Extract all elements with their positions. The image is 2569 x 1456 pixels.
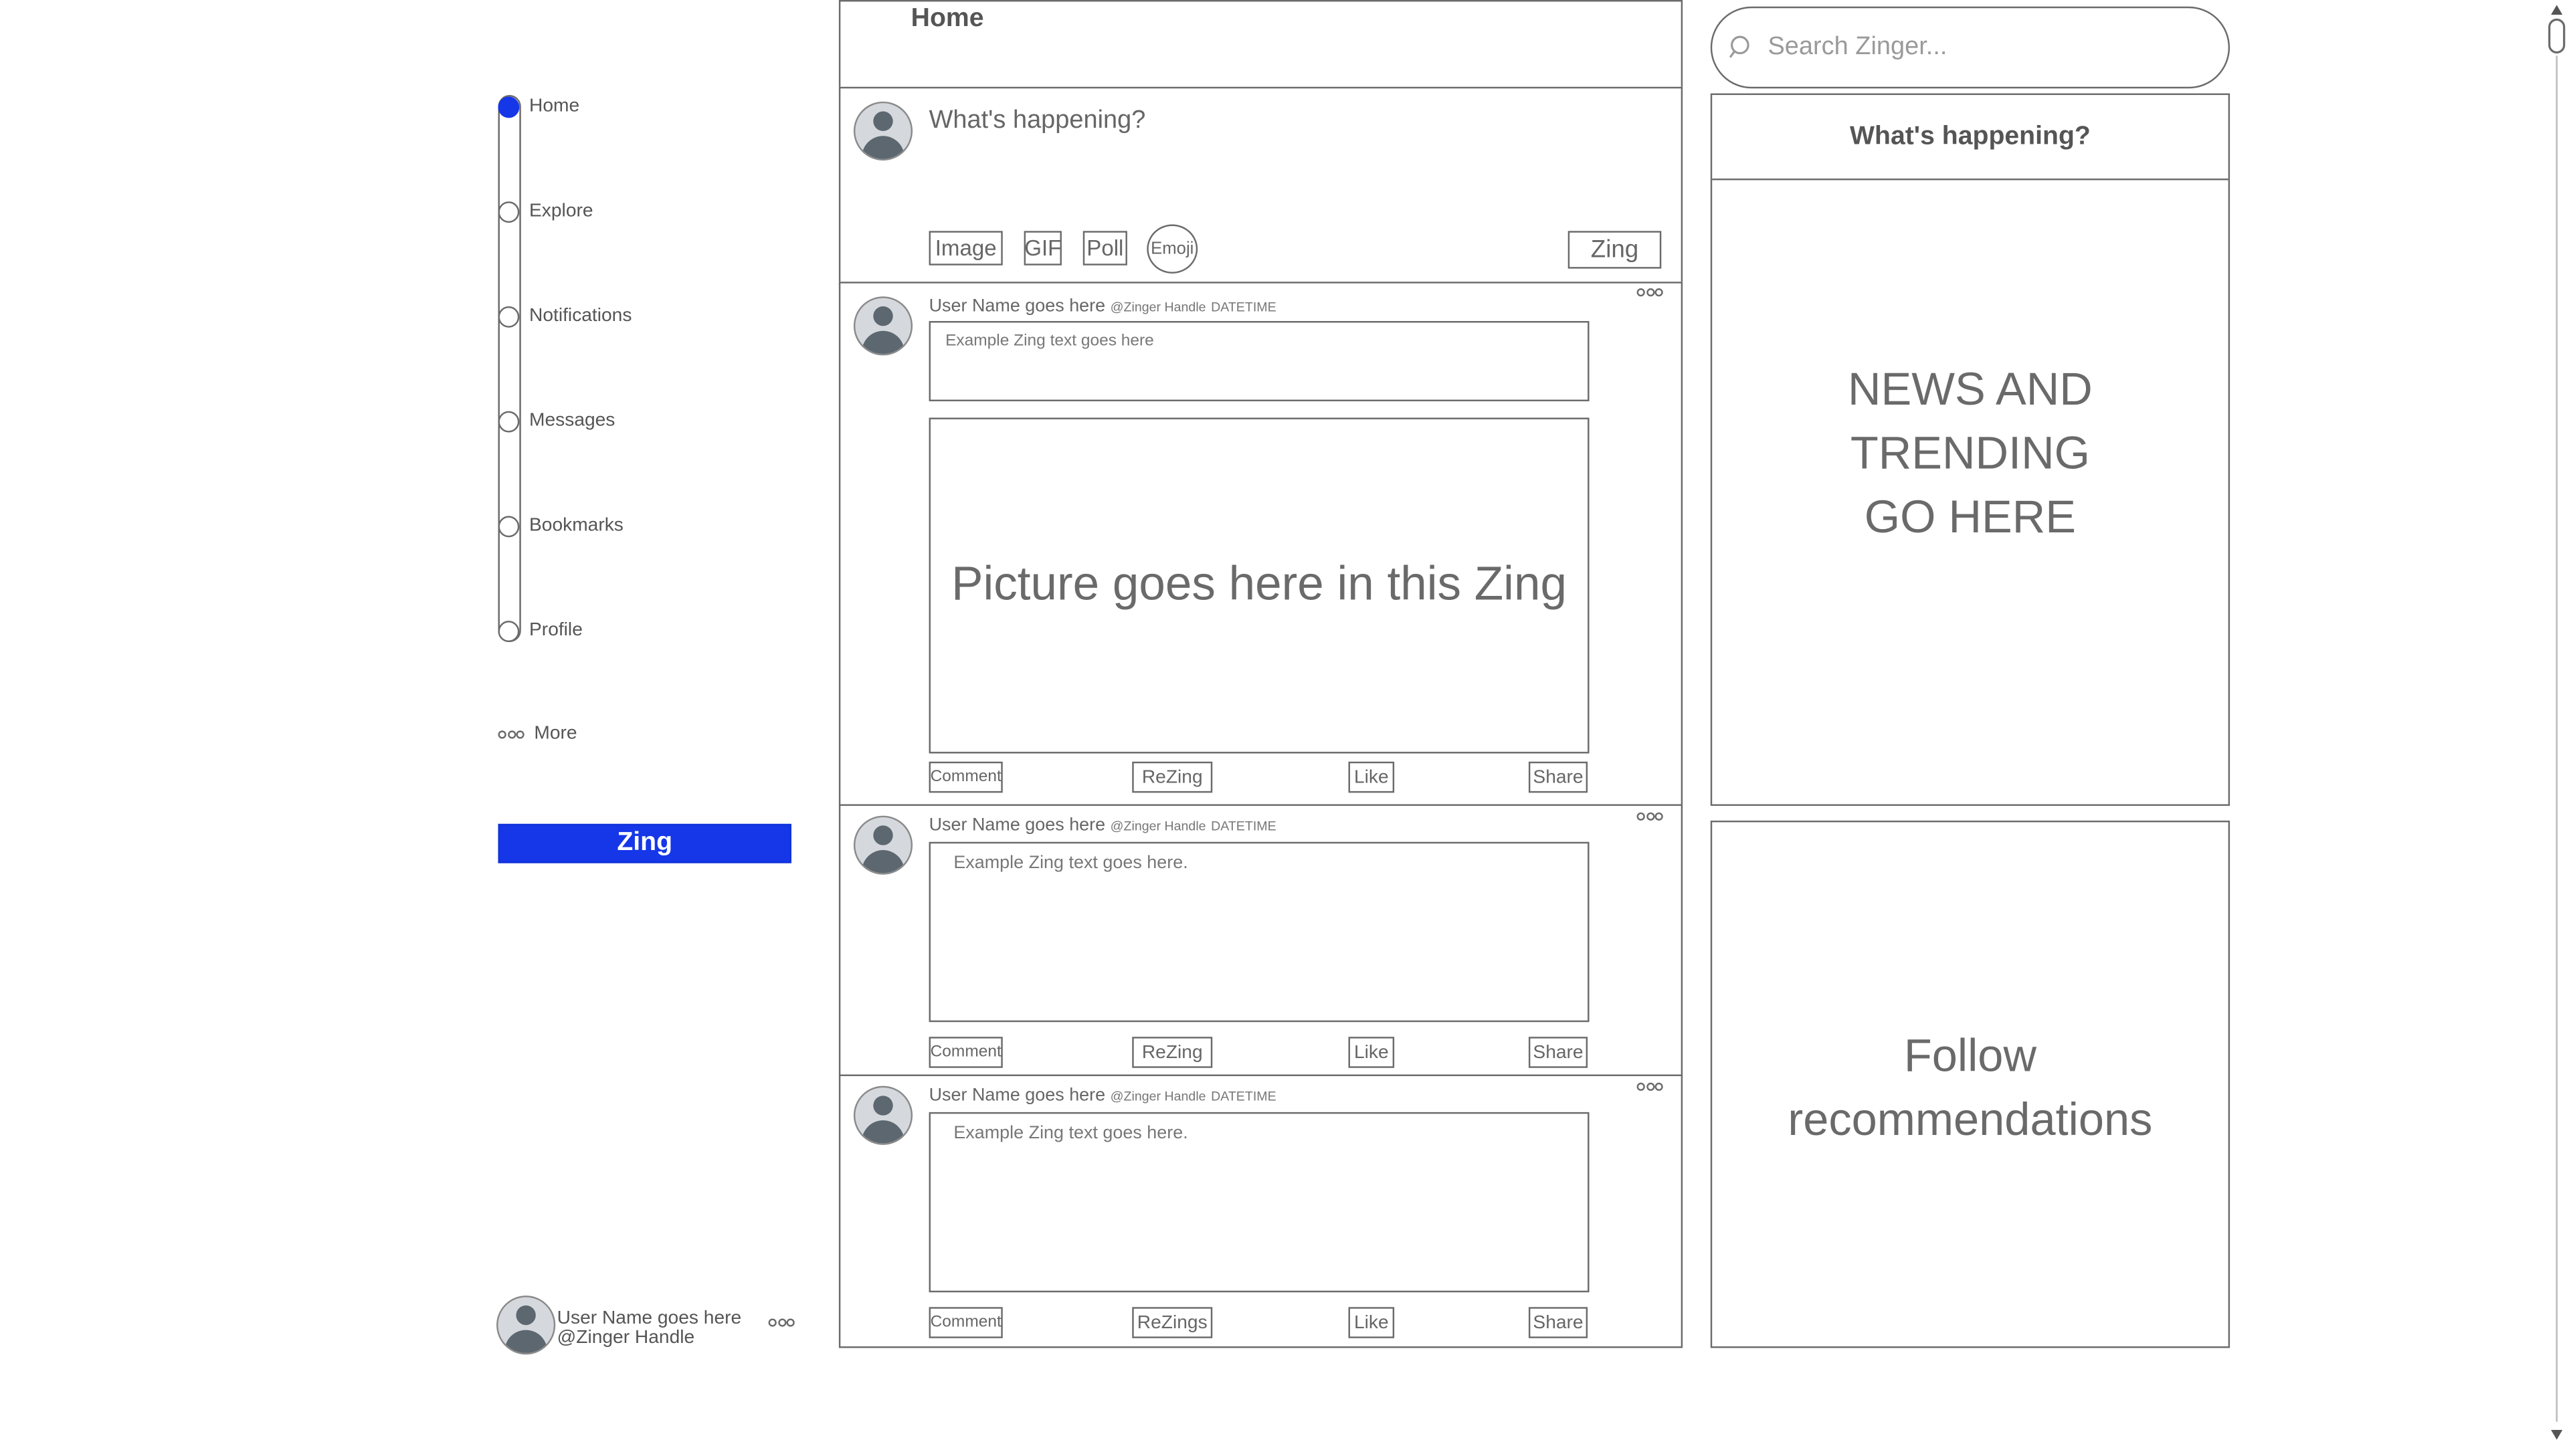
follow-panel: Follow recommendations <box>1710 820 2230 1348</box>
scrollbar-graphic <box>2548 5 2566 1440</box>
bookmarks-indicator-icon <box>498 515 520 537</box>
trending-content: NEWS AND TRENDING GO HERE <box>1712 357 2228 549</box>
trending-title: What's happening? <box>1850 122 2091 150</box>
nav-item-messages[interactable]: Messages <box>498 408 615 434</box>
rezing-button[interactable]: ReZing <box>1132 1037 1213 1068</box>
home-indicator-icon <box>498 96 520 118</box>
more-icon <box>498 730 525 738</box>
more-icon[interactable] <box>1636 288 1663 297</box>
follow-content: Follow recommendations <box>1712 1024 2228 1152</box>
sidebar-zing-button[interactable]: Zing <box>498 823 791 863</box>
like-button[interactable]: Like <box>1348 1307 1395 1338</box>
avatar-icon <box>496 1295 556 1355</box>
trending-line: TRENDING <box>1850 427 2090 479</box>
nav-item-label: More <box>534 724 577 744</box>
follow-line: Follow <box>1903 1030 2036 1081</box>
post-picture[interactable]: Picture goes here in this Zing <box>929 417 1590 754</box>
nav-item-bookmarks[interactable]: Bookmarks <box>498 513 624 539</box>
post-datetime: DATETIME <box>1211 819 1276 834</box>
rezing-button[interactable]: ReZings <box>1132 1307 1213 1338</box>
post-header: User Name goes here @Zinger Handle DATET… <box>929 816 1276 835</box>
comment-button[interactable]: Comment <box>929 1037 1003 1068</box>
search-icon <box>1729 35 1749 58</box>
compose-input[interactable]: What's happening? <box>929 106 1146 136</box>
post-header: User Name goes here @Zinger Handle DATET… <box>929 1086 1276 1106</box>
post-datetime: DATETIME <box>1211 300 1276 315</box>
avatar-icon <box>853 815 913 875</box>
notifications-indicator-icon <box>498 305 520 327</box>
post-text: Example Zing text goes here <box>929 321 1590 402</box>
nav-item-label: Bookmarks <box>529 516 624 536</box>
share-button[interactable]: Share <box>1528 1037 1588 1068</box>
search-input[interactable]: Search Zinger... <box>1710 6 2230 89</box>
trending-panel: What's happening? NEWS AND TRENDING GO H… <box>1710 93 2230 806</box>
gif-button[interactable]: GIF <box>1024 231 1062 266</box>
nav-item-home[interactable]: Home <box>498 94 579 120</box>
like-button[interactable]: Like <box>1348 1037 1395 1068</box>
nav-item-notifications[interactable]: Notifications <box>498 303 632 329</box>
post-username[interactable]: User Name goes here <box>929 1086 1106 1106</box>
post-handle[interactable]: @Zinger Handle <box>1111 300 1206 314</box>
post-handle[interactable]: @Zinger Handle <box>1111 819 1206 834</box>
post-handle[interactable]: @Zinger Handle <box>1111 1089 1206 1104</box>
image-button[interactable]: Image <box>929 231 1003 266</box>
trending-header: What's happening? <box>1712 95 2228 181</box>
emoji-button[interactable]: Emoji <box>1147 224 1198 274</box>
avatar-icon <box>853 101 913 161</box>
more-icon[interactable] <box>1636 1082 1663 1091</box>
explore-indicator-icon <box>498 201 520 222</box>
messages-indicator-icon <box>498 410 520 432</box>
post-header: User Name goes here @Zinger Handle DATET… <box>929 296 1276 316</box>
page-title: Home <box>911 5 984 33</box>
avatar-icon <box>853 1085 913 1145</box>
follow-line: recommendations <box>1788 1094 2153 1145</box>
search-placeholder: Search Zinger... <box>1768 32 1947 61</box>
post-datetime: DATETIME <box>1211 1089 1276 1104</box>
nav-item-label: Profile <box>529 621 583 641</box>
nav-item-label: Notifications <box>529 306 632 326</box>
compose-zing-button[interactable]: Zing <box>1567 231 1662 269</box>
avatar-icon <box>853 296 913 356</box>
vertical-scrollbar[interactable] <box>2544 0 2569 1448</box>
share-button[interactable]: Share <box>1528 761 1588 793</box>
trending-line: GO HERE <box>1864 491 2077 542</box>
nav-item-label: Home <box>529 96 580 116</box>
nav-item-explore[interactable]: Explore <box>498 198 593 224</box>
like-button[interactable]: Like <box>1348 761 1395 793</box>
more-icon[interactable] <box>768 1318 795 1327</box>
nav-item-profile[interactable]: Profile <box>498 617 583 643</box>
comment-button[interactable]: Comment <box>929 1307 1003 1338</box>
account-handle: @Zinger Handle <box>557 1328 695 1348</box>
post-text: Example Zing text goes here. <box>929 1112 1590 1293</box>
account-name: User Name goes here <box>557 1308 742 1329</box>
trending-line: NEWS AND <box>1848 363 2093 415</box>
post-username[interactable]: User Name goes here <box>929 816 1106 835</box>
rezing-button[interactable]: ReZing <box>1132 761 1213 793</box>
app-root: Home Explore Notifications Messages Book… <box>0 0 2569 1448</box>
share-button[interactable]: Share <box>1528 1307 1588 1338</box>
more-icon[interactable] <box>1636 812 1663 821</box>
profile-indicator-icon <box>498 619 520 641</box>
post-username[interactable]: User Name goes here <box>929 296 1106 316</box>
poll-button[interactable]: Poll <box>1082 231 1127 266</box>
nav-item-more[interactable]: More <box>498 721 577 747</box>
post-text: Example Zing text goes here. <box>929 841 1590 1023</box>
comment-button[interactable]: Comment <box>929 761 1003 793</box>
account-switcher[interactable]: User Name goes here @Zinger Handle <box>496 1295 799 1355</box>
nav-item-label: Messages <box>529 411 615 431</box>
nav-rail <box>498 95 521 643</box>
nav-item-label: Explore <box>529 201 593 221</box>
